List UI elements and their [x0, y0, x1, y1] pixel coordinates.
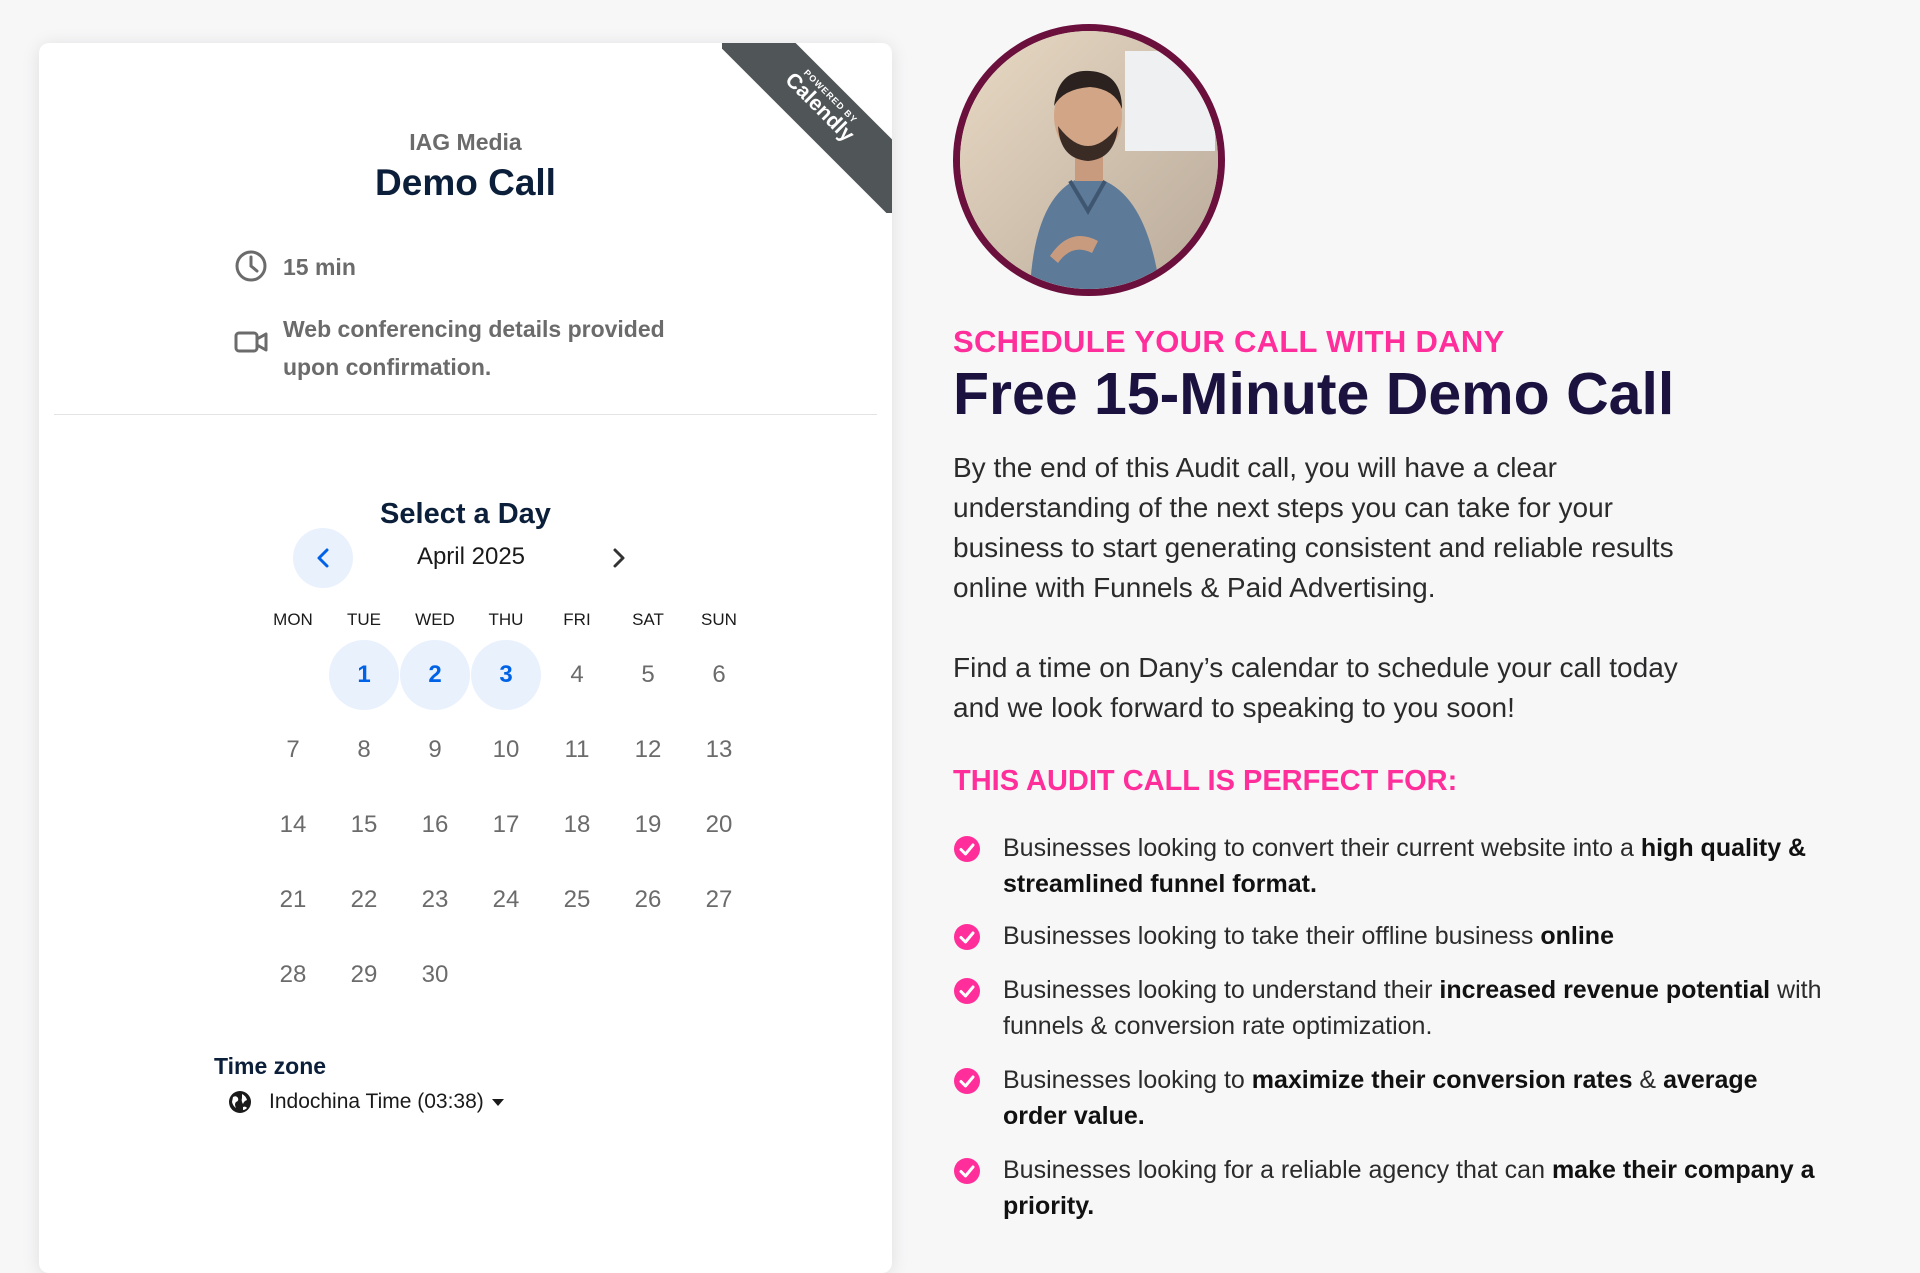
timezone-value: Indochina Time (03:38) — [269, 1090, 484, 1113]
calendar-day-22: 22 — [350, 886, 378, 913]
check-circle-icon — [954, 924, 980, 950]
intro-paragraph: By the end of this Audit call, you will … — [953, 448, 1813, 608]
available-day-1[interactable]: 1 — [329, 640, 399, 710]
calendar-day-9: 9 — [428, 736, 442, 763]
check-circle-icon — [954, 1158, 980, 1184]
benefit-item: Businesses looking to take their offline… — [953, 918, 1823, 954]
benefit-text: Businesses looking to convert their curr… — [1003, 834, 1807, 898]
duration-row: 15 min — [233, 248, 356, 286]
weekday-thu: THU — [488, 610, 524, 629]
benefit-item: Businesses looking for a reliable agency… — [953, 1152, 1823, 1224]
cta-line: Find a time on Dany’s calendar to schedu… — [953, 652, 1678, 683]
calendar-day-5: 5 — [641, 661, 655, 688]
location-line-1: Web conferencing details provided — [283, 316, 665, 342]
next-month-button[interactable] — [589, 528, 649, 588]
caret-down-icon — [491, 1098, 504, 1106]
benefit-text: Businesses looking for a reliable agency… — [1003, 1156, 1815, 1220]
page-headline: Free 15-Minute Demo Call — [953, 361, 1675, 427]
calendar-day-12: 12 — [634, 736, 662, 763]
calendar-day-14: 14 — [279, 811, 307, 838]
benefit-text: Businesses looking to understand their i… — [1003, 976, 1822, 1040]
duration-text: 15 min — [283, 254, 356, 280]
organization-name: IAG Media — [409, 129, 522, 155]
intro-line: online with Funnels & Paid Advertising. — [953, 572, 1436, 603]
cta-line: and we look forward to speaking to you s… — [953, 692, 1515, 723]
timezone-label: Time zone — [214, 1053, 327, 1079]
weekday-tue: TUE — [347, 610, 381, 629]
location-line-2: upon confirmation. — [283, 354, 492, 380]
globe-icon — [229, 1091, 251, 1113]
available-day-3[interactable]: 3 — [471, 640, 541, 710]
weekday-mon: MON — [273, 610, 313, 629]
calendar-day-20: 20 — [705, 811, 733, 838]
select-day-heading: Select a Day — [380, 498, 551, 530]
divider — [54, 414, 877, 415]
calendar-day-29: 29 — [350, 961, 378, 988]
calendar-day-28: 28 — [279, 961, 307, 988]
clock-icon — [235, 250, 267, 282]
scheduling-card: POWERED BY Calendly IAG Media Demo Call … — [39, 43, 892, 1273]
calendar-day-11: 11 — [564, 736, 590, 763]
intro-line: By the end of this Audit call, you will … — [953, 452, 1557, 483]
timezone-selector[interactable]: Indochina Time (03:38) — [227, 1089, 504, 1115]
calendar-day-6: 6 — [712, 661, 726, 688]
calendar-day-8: 8 — [357, 736, 371, 763]
weekday-sat: SAT — [632, 610, 664, 629]
weekday-wed: WED — [415, 610, 455, 629]
calendar-day-25: 25 — [563, 886, 591, 913]
check-circle-icon — [954, 978, 980, 1004]
host-photo — [960, 31, 1218, 289]
calendar-day-18: 18 — [563, 811, 591, 838]
intro-line: business to start generating consistent … — [953, 532, 1674, 563]
calendar-day-19: 19 — [634, 811, 662, 838]
calendar-day-10: 10 — [492, 736, 520, 763]
previous-month-button[interactable] — [293, 528, 353, 588]
calendar-day-7: 7 — [286, 736, 300, 763]
location-text: Web conferencing details provided upon c… — [283, 310, 665, 386]
calendar-day-24: 24 — [492, 886, 520, 913]
chevron-left-icon — [317, 548, 329, 568]
benefit-text: Businesses looking to maximize their con… — [1003, 1066, 1758, 1130]
calendar-day-13: 13 — [705, 736, 733, 763]
kicker-text: SCHEDULE YOUR CALL WITH DANY — [953, 324, 1505, 359]
benefit-item: Businesses looking to understand their i… — [953, 972, 1823, 1044]
calendar-day-27: 27 — [705, 886, 733, 913]
video-camera-icon — [234, 331, 268, 353]
host-avatar — [953, 24, 1225, 296]
check-circle-icon — [954, 836, 980, 862]
available-day-2[interactable]: 2 — [400, 640, 470, 710]
calendar-day-23: 23 — [421, 886, 449, 913]
location-row: Web conferencing details provided upon c… — [233, 310, 665, 386]
calendar-day-26: 26 — [634, 886, 662, 913]
calendar-day-21: 21 — [279, 886, 307, 913]
weekday-fri: FRI — [563, 610, 591, 629]
calendar-day-30: 30 — [421, 961, 449, 988]
month-label: April 2025 — [416, 543, 526, 570]
benefit-text: Businesses looking to take their offline… — [1003, 922, 1614, 950]
list-title: THIS AUDIT CALL IS PERFECT FOR: — [953, 765, 1458, 797]
intro-line: understanding of the next steps you can … — [953, 492, 1613, 523]
calendar-day-15: 15 — [350, 811, 378, 838]
benefit-item: Businesses looking to convert their curr… — [953, 830, 1823, 902]
chevron-right-icon — [613, 548, 625, 568]
calendar-day-17: 17 — [492, 811, 520, 838]
event-title: Demo Call — [375, 162, 556, 203]
cta-paragraph: Find a time on Dany’s calendar to schedu… — [953, 648, 1813, 728]
weekday-sun: SUN — [701, 610, 737, 629]
calendar-day-4: 4 — [570, 661, 584, 688]
check-circle-icon — [954, 1068, 980, 1094]
benefit-item: Businesses looking to maximize their con… — [953, 1062, 1823, 1134]
calendar-day-16: 16 — [421, 811, 449, 838]
